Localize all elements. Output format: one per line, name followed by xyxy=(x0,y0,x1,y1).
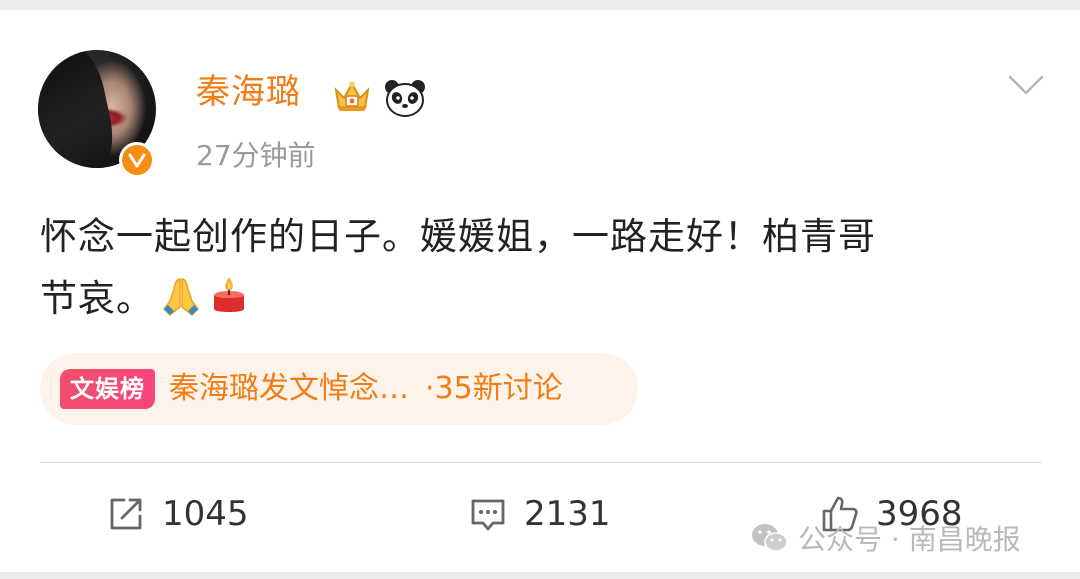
watermark-text: 公众号 · 南昌晚报 xyxy=(798,523,1021,556)
author-name[interactable]: 秦海璐 xyxy=(196,72,301,112)
comment-icon xyxy=(471,499,505,531)
weibo-post-card: 秦海璐 27分钟前 怀念一起创作的日子。媛媛姐，一路走好！柏青哥 节哀。 文娱榜… xyxy=(0,10,1080,572)
topic-discussion-count: ·35新讨论 xyxy=(425,371,563,406)
post-timestamp: 27分钟前 xyxy=(196,139,316,172)
comment-button[interactable]: 2131 xyxy=(468,492,611,536)
divider xyxy=(40,462,1042,463)
topic-trending-pill[interactable]: 文娱榜 秦海璐发文悼念… ·35新讨论 xyxy=(40,353,638,425)
comment-count: 2131 xyxy=(524,494,611,534)
post-text-line-1: 怀念一起创作的日子。媛媛姐，一路走好！柏青哥 xyxy=(40,215,876,258)
topic-tag-badge: 文娱榜 xyxy=(60,369,155,409)
post-text-line-2: 节哀。 xyxy=(40,268,1040,330)
topic-title: 秦海璐发文悼念… xyxy=(169,371,409,406)
panda-badge-icon[interactable] xyxy=(383,78,427,118)
watermark: 公众号 · 南昌晚报 xyxy=(750,518,1021,558)
repost-count: 1045 xyxy=(162,494,249,534)
verified-badge-icon xyxy=(119,142,155,178)
candle-icon xyxy=(208,274,250,316)
crown-badge-icon[interactable] xyxy=(330,76,374,116)
post-text-line-2-text: 节哀。 xyxy=(40,277,154,320)
wechat-icon xyxy=(752,524,788,552)
repost-button[interactable]: 1045 xyxy=(106,492,249,536)
folded-hands-icon xyxy=(160,274,202,317)
chevron-down-icon[interactable] xyxy=(1008,74,1044,96)
post-text: 怀念一起创作的日子。媛媛姐，一路走好！柏青哥 节哀。 xyxy=(40,206,1040,330)
repost-icon xyxy=(110,498,142,530)
